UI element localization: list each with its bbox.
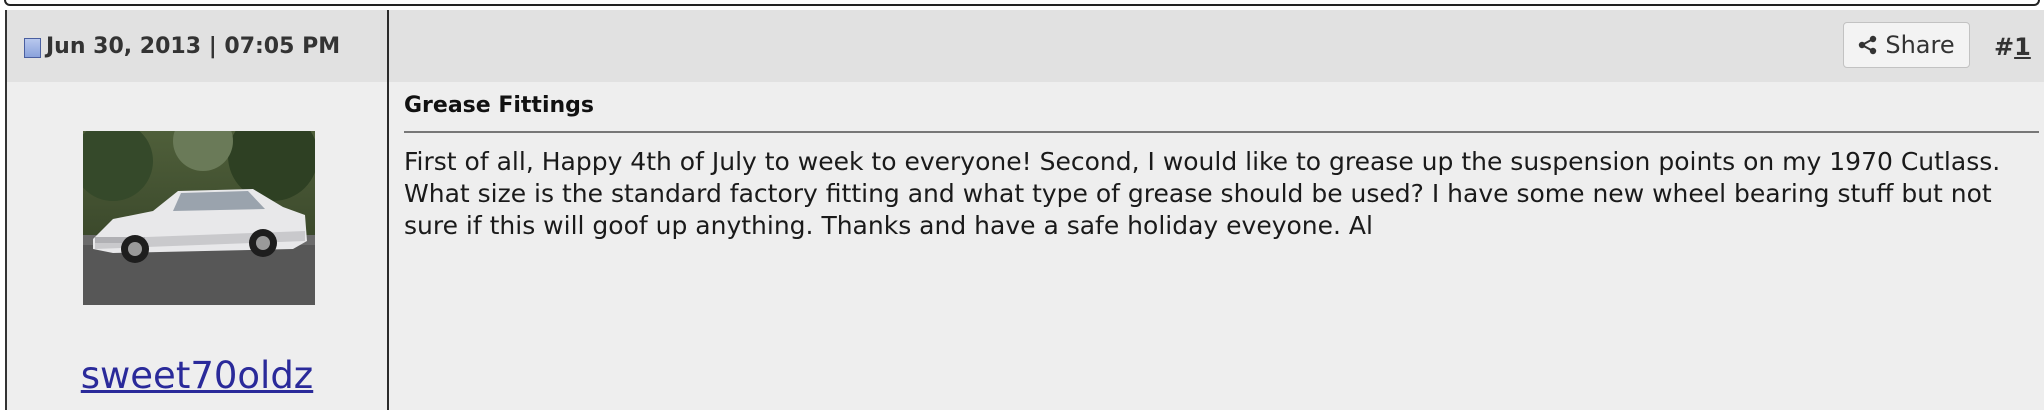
post-body: First of all, Happy 4th of July to week … (404, 147, 2001, 240)
avatar-image (83, 131, 315, 305)
document-icon (24, 38, 41, 58)
share-label: Share (1885, 31, 1955, 59)
post-number-prefix: # (1994, 33, 2015, 61)
post-header: Jun 30, 2013 | 07:05 PM Share #1 (7, 10, 2044, 82)
post-number: #1 (1994, 33, 2031, 61)
share-icon (1859, 35, 1877, 55)
title-divider (404, 131, 2039, 133)
post-number-link[interactable]: 1 (2014, 33, 2031, 61)
post-title: Grease Fittings (404, 93, 594, 118)
column-divider (387, 10, 389, 410)
post-date-text: Jun 30, 2013 | 07:05 PM (46, 34, 341, 59)
share-button[interactable]: Share (1843, 22, 1970, 68)
forum-post: Jun 30, 2013 | 07:05 PM Share #1 sweet70… (5, 10, 2044, 410)
avatar[interactable] (83, 131, 315, 305)
username-link[interactable]: sweet70oldz (7, 354, 387, 397)
user-panel: sweet70oldz (7, 82, 387, 410)
post-date: Jun 30, 2013 | 07:05 PM (24, 34, 340, 59)
thread-top-border (4, 0, 2040, 6)
